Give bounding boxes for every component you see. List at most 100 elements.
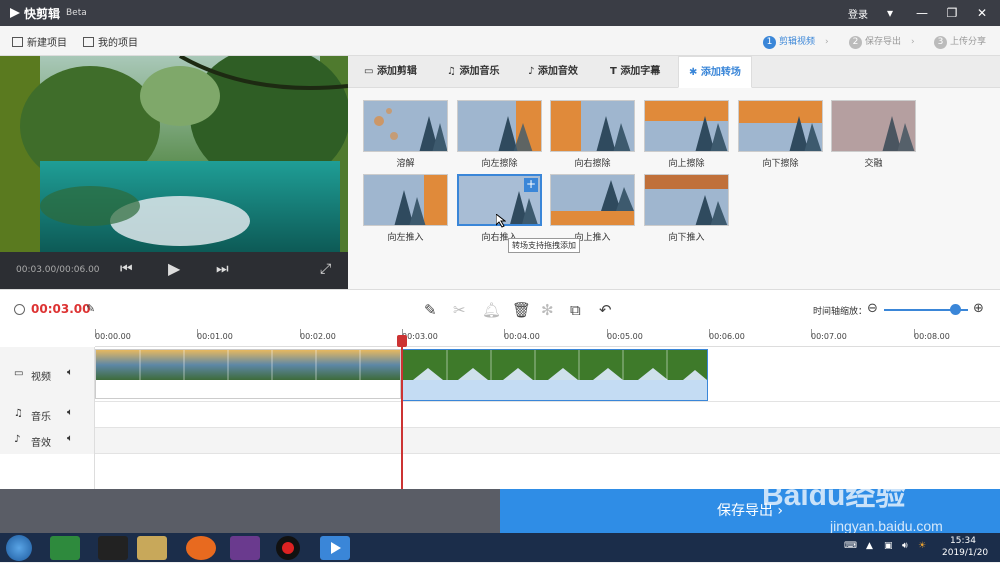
my-projects-button[interactable]: 我的项目 <box>83 34 138 49</box>
transition-item[interactable]: 向上推入 <box>550 174 635 243</box>
firefox-icon[interactable] <box>186 536 216 560</box>
scissors-icon[interactable]: ✂ <box>453 301 466 319</box>
sun-icon[interactable]: ☀ <box>918 541 926 551</box>
video-track <box>95 347 1000 402</box>
taskbar-date[interactable]: 2019/1/20 <box>942 548 988 558</box>
transition-item[interactable]: 向上擦除 <box>644 100 729 169</box>
app-logo-icon <box>10 8 20 18</box>
transition-item[interactable]: 交融 <box>831 100 916 169</box>
transition-label: 向左推入 <box>387 233 424 243</box>
track-label: 音乐 <box>31 412 51 423</box>
transition-item[interactable]: 向左擦除 <box>457 100 542 169</box>
transition-item[interactable]: 向下推入 <box>644 174 729 243</box>
tab-add-clip[interactable]: ▭ 添加剪辑 <box>354 56 427 88</box>
sound-effect-icon: ♪ <box>14 434 21 445</box>
zoom-slider-handle[interactable] <box>950 304 961 315</box>
folder-icon <box>83 37 94 47</box>
add-transition-plus-icon[interactable]: + <box>524 178 538 192</box>
track-header-video: ▭ 视频 🔈︎ <box>0 347 95 402</box>
usb-icon[interactable]: ▣ <box>884 541 893 551</box>
tab-add-transition[interactable]: ✱ 添加转场 <box>678 56 752 88</box>
edit-toolbar: 00:03.00 ✎ ✎ ✂ 🔔︎ 🗑︎ ✻ ⧉ ↶ 时间轴缩放： ⊖ ⊕ <box>0 289 1000 329</box>
play-icon[interactable]: ▶ <box>168 259 180 278</box>
tray-arrow-icon[interactable]: ▲ <box>866 541 873 551</box>
kuaijianji-taskbar-icon[interactable] <box>320 536 350 560</box>
playhead-line[interactable] <box>401 338 403 490</box>
windows-taskbar: ⌨ ▲ ▣ 🔊︎ ☀ 15:34 2019/1/20 <box>0 533 1000 562</box>
ruler-tick-label: 00:01.00 <box>197 332 233 341</box>
new-project-button[interactable]: 新建项目 <box>12 34 67 49</box>
step-edit-video[interactable]: 1 剪辑视频 › <box>763 34 829 49</box>
zoom-out-icon[interactable]: ⊖ <box>867 301 878 316</box>
keyboard-icon[interactable]: ⌨ <box>844 541 857 551</box>
video-clip-1[interactable] <box>95 349 401 399</box>
transition-thumbnail <box>644 174 729 226</box>
app-title: 快剪辑 <box>24 7 61 21</box>
edit-time-icon[interactable]: ✎ <box>86 302 95 315</box>
delete-icon[interactable]: 🗑︎ <box>512 301 531 319</box>
speaker-icon[interactable]: 🔈︎ <box>67 433 73 444</box>
record-icon[interactable] <box>276 536 300 560</box>
track-header-empty <box>0 454 95 489</box>
preview-image <box>0 56 348 252</box>
timeline-ruler[interactable]: 00:00.00 00:01.00 00:02.00 00:03.00 00:0… <box>95 329 1000 347</box>
fullscreen-icon[interactable]: ⤢ <box>320 261 331 277</box>
track-label: 视频 <box>31 372 51 383</box>
transition-thumbnail <box>457 100 542 152</box>
zoom-in-icon[interactable]: ⊕ <box>973 301 984 316</box>
transition-item[interactable]: 溶解 <box>363 100 448 169</box>
transition-label: 溶解 <box>396 159 415 169</box>
video-clip-2-selected[interactable] <box>402 349 708 401</box>
volume-icon[interactable]: 🔊︎ <box>902 541 908 551</box>
step-save-export[interactable]: 2 保存导出 › <box>849 34 915 49</box>
ruler-tick-label: 00:06.00 <box>709 332 745 341</box>
playhead-handle[interactable] <box>397 335 407 347</box>
previous-frame-icon[interactable]: ⏮ <box>120 261 133 277</box>
taskbar-time[interactable]: 15:34 <box>950 536 976 546</box>
text-icon: T <box>610 66 621 77</box>
effects-icon[interactable]: ✻ <box>541 301 554 319</box>
track-header-effects: ♪ 音效 🔈︎ <box>0 428 95 454</box>
transition-thumbnail <box>831 100 916 152</box>
effects-track[interactable] <box>95 428 1000 454</box>
bell-icon[interactable]: 🔔︎ <box>482 301 501 319</box>
minimize-icon[interactable]: — <box>912 4 932 22</box>
transition-item[interactable]: 向左推入 <box>363 174 448 243</box>
transition-item[interactable]: 向右擦除 <box>550 100 635 169</box>
transition-thumbnail <box>644 100 729 152</box>
ruler-tick-label: 00:07.00 <box>811 332 847 341</box>
qq-icon[interactable] <box>98 536 128 560</box>
close-icon[interactable]: ✕ <box>972 4 992 22</box>
speaker-icon[interactable]: 🔈︎ <box>67 407 73 418</box>
login-link[interactable]: 登录 <box>848 6 868 21</box>
browser-360-icon[interactable] <box>50 536 80 560</box>
music-track[interactable] <box>95 402 1000 428</box>
transition-item[interactable]: 向下擦除 <box>738 100 823 169</box>
undo-icon[interactable]: ↶ <box>599 301 612 319</box>
start-button[interactable] <box>6 535 32 561</box>
pencil-icon[interactable]: ✎ <box>424 301 437 319</box>
step-upload-share[interactable]: 3 上传分享 <box>934 34 986 49</box>
app-beta-badge: Beta <box>66 8 87 18</box>
baidu-watermark: Baidu经验 <box>762 479 906 512</box>
transition-label: 向上擦除 <box>668 159 705 169</box>
transition-label: 向下擦除 <box>762 159 799 169</box>
copy-icon[interactable]: ⧉ <box>570 301 581 319</box>
maximize-icon[interactable]: ❐ <box>942 4 962 22</box>
transition-thumbnail <box>363 174 448 226</box>
menu-dropdown-icon[interactable]: ▾ <box>880 4 900 22</box>
baidu-watermark-url: jingyan.baidu.com <box>830 518 943 534</box>
file-explorer-icon[interactable] <box>137 536 167 560</box>
sound-effect-icon: ♪ <box>528 66 538 77</box>
music-note-icon: ♫ <box>14 408 23 419</box>
speaker-icon[interactable]: 🔈︎ <box>67 367 73 378</box>
transition-item-selected[interactable]: + 向右推入 <box>457 174 542 243</box>
tab-add-music[interactable]: ♫ 添加音乐 <box>437 56 509 88</box>
tab-add-sound-effect[interactable]: ♪ 添加音效 <box>518 56 588 88</box>
tab-bar: ▭ 添加剪辑 ♫ 添加音乐 ♪ 添加音效 T 添加字幕 ✱ 添加转场 <box>348 56 1000 88</box>
my-projects-label: 我的项目 <box>98 38 138 49</box>
tab-add-subtitle[interactable]: T 添加字幕 <box>600 56 670 88</box>
next-frame-icon[interactable]: ⏭ <box>216 261 229 277</box>
step-number: 1 <box>763 36 776 49</box>
media-app-icon[interactable] <box>230 536 260 560</box>
